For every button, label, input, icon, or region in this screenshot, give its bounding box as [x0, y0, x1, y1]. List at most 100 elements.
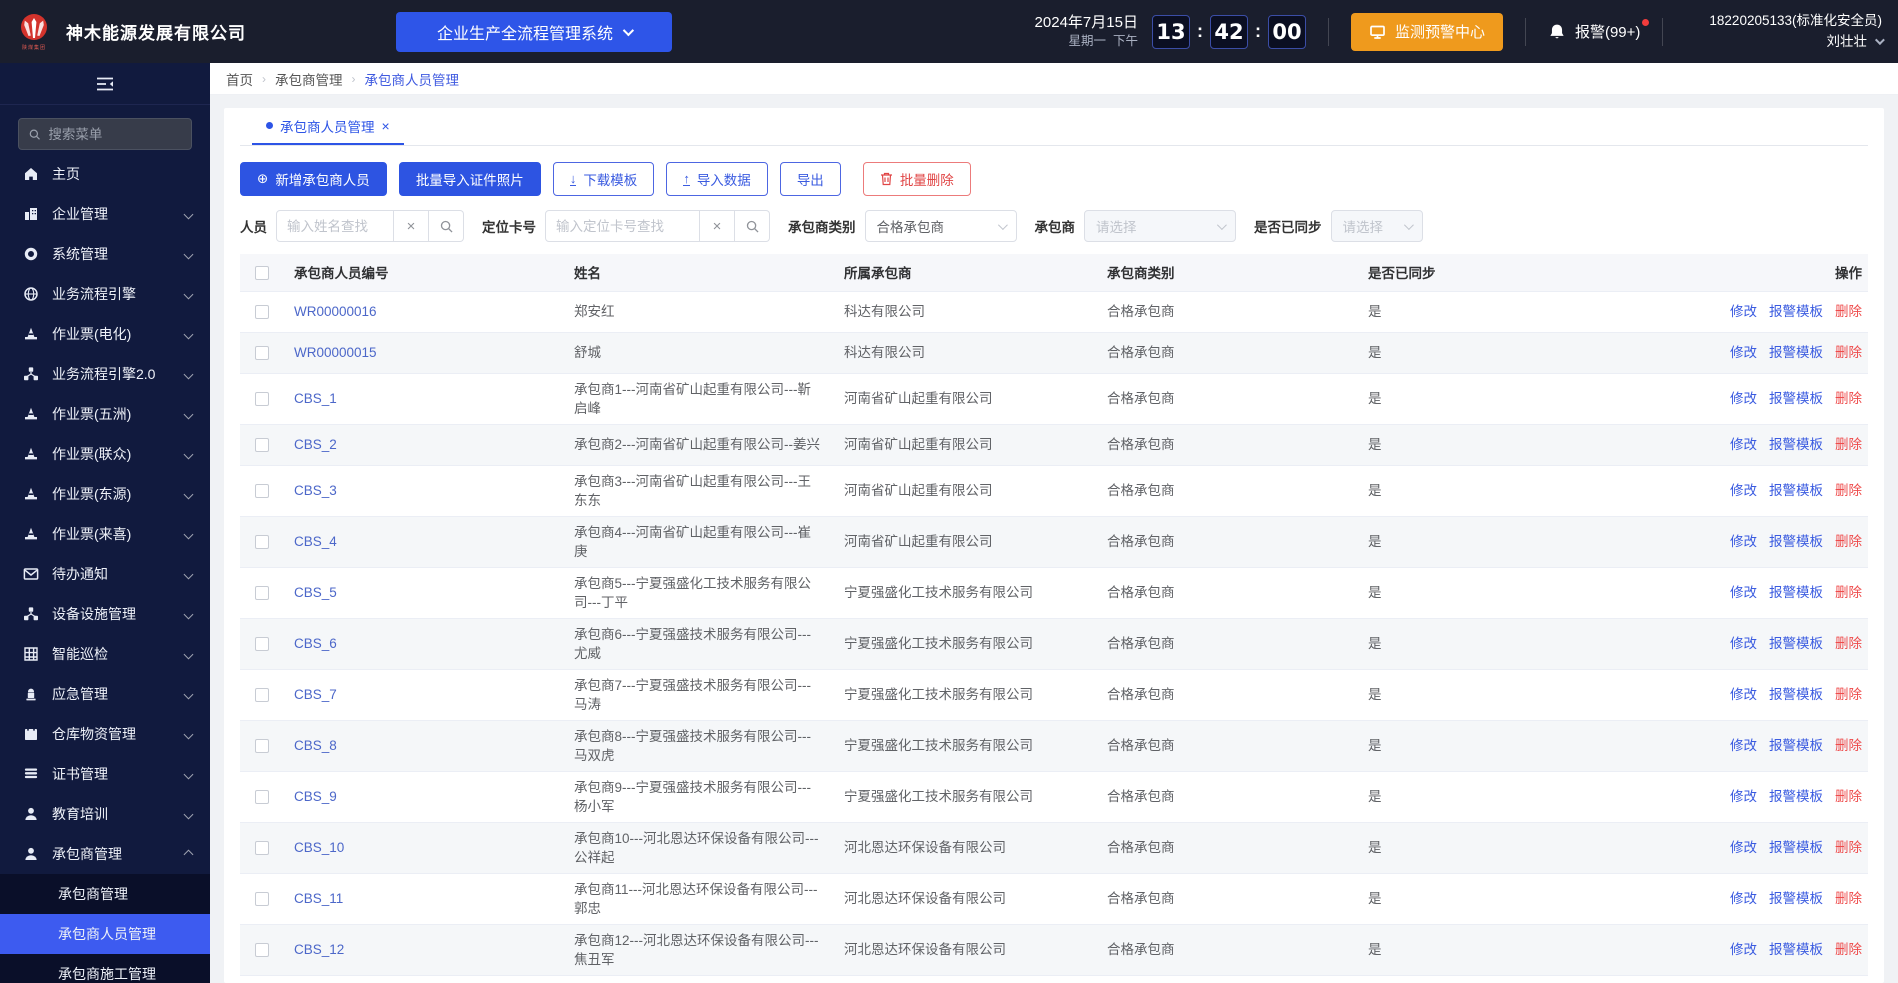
person-id-link[interactable]: CBS_11 [294, 891, 343, 906]
sync-select[interactable]: 请选择 [1331, 210, 1423, 242]
alarm-template-link[interactable]: 报警模板 [1769, 942, 1823, 957]
sidebar-item[interactable]: 智能巡检 [0, 634, 210, 674]
person-id-link[interactable]: CBS_5 [294, 585, 337, 600]
edit-link[interactable]: 修改 [1730, 891, 1757, 906]
delete-link[interactable]: 删除 [1835, 738, 1862, 753]
sidebar-item[interactable]: 主页 [0, 154, 210, 194]
row-checkbox[interactable] [255, 790, 269, 804]
locator-card-input[interactable] [545, 210, 700, 242]
row-checkbox[interactable] [255, 484, 269, 498]
row-checkbox[interactable] [255, 892, 269, 906]
sidebar-item[interactable]: 系统管理 [0, 234, 210, 274]
alarm-template-link[interactable]: 报警模板 [1769, 483, 1823, 498]
alarm-template-link[interactable]: 报警模板 [1769, 840, 1823, 855]
edit-link[interactable]: 修改 [1730, 483, 1757, 498]
row-checkbox[interactable] [255, 392, 269, 406]
sidebar-search[interactable] [18, 118, 192, 150]
alarm-template-link[interactable]: 报警模板 [1769, 789, 1823, 804]
sidebar-item[interactable]: 证书管理 [0, 754, 210, 794]
export-button[interactable]: 导出 [780, 162, 841, 196]
sidebar-item[interactable]: 承包商管理 [0, 834, 210, 874]
edit-link[interactable]: 修改 [1730, 942, 1757, 957]
sidebar-item[interactable]: 待办通知 [0, 554, 210, 594]
person-id-link[interactable]: CBS_9 [294, 789, 337, 804]
edit-link[interactable]: 修改 [1730, 585, 1757, 600]
edit-link[interactable]: 修改 [1730, 304, 1757, 319]
edit-link[interactable]: 修改 [1730, 345, 1757, 360]
person-id-link[interactable]: CBS_8 [294, 738, 337, 753]
row-checkbox[interactable] [255, 688, 269, 702]
edit-link[interactable]: 修改 [1730, 840, 1757, 855]
sidebar-item[interactable]: 作业票(来喜) [0, 514, 210, 554]
contractor-type-select[interactable]: 合格承包商 [865, 210, 1017, 242]
delete-link[interactable]: 删除 [1835, 585, 1862, 600]
add-person-button[interactable]: ⊕ 新增承包商人员 [240, 162, 387, 196]
sidebar-subitem[interactable]: 承包商施工管理 [0, 954, 210, 983]
row-checkbox[interactable] [255, 305, 269, 319]
sidebar-item[interactable]: 教育培训 [0, 794, 210, 834]
search-card-button[interactable] [735, 210, 770, 242]
person-id-link[interactable]: CBS_1 [294, 391, 337, 406]
delete-link[interactable]: 删除 [1835, 687, 1862, 702]
edit-link[interactable]: 修改 [1730, 391, 1757, 406]
row-checkbox[interactable] [255, 438, 269, 452]
tab-close-icon[interactable]: × [382, 119, 390, 133]
delete-link[interactable]: 删除 [1835, 636, 1862, 651]
row-checkbox[interactable] [255, 739, 269, 753]
sidebar-subitem-active[interactable]: 承包商人员管理 [0, 914, 210, 954]
edit-link[interactable]: 修改 [1730, 437, 1757, 452]
row-checkbox[interactable] [255, 637, 269, 651]
person-id-link[interactable]: CBS_4 [294, 534, 337, 549]
system-switcher-button[interactable]: 企业生产全流程管理系统 [396, 12, 672, 52]
person-name-input[interactable] [276, 210, 394, 242]
delete-link[interactable]: 删除 [1835, 391, 1862, 406]
alarm-template-link[interactable]: 报警模板 [1769, 687, 1823, 702]
clear-person-button[interactable]: × [394, 210, 429, 242]
alarm-template-link[interactable]: 报警模板 [1769, 345, 1823, 360]
row-checkbox[interactable] [255, 586, 269, 600]
alarm-template-link[interactable]: 报警模板 [1769, 738, 1823, 753]
alarm-button[interactable]: 报警(99+) [1548, 21, 1640, 42]
delete-link[interactable]: 删除 [1835, 891, 1862, 906]
alarm-template-link[interactable]: 报警模板 [1769, 304, 1823, 319]
sidebar-item[interactable]: 应急管理 [0, 674, 210, 714]
edit-link[interactable]: 修改 [1730, 636, 1757, 651]
sidebar-subitem[interactable]: 承包商管理 [0, 874, 210, 914]
sidebar-item[interactable]: 仓库物资管理 [0, 714, 210, 754]
edit-link[interactable]: 修改 [1730, 687, 1757, 702]
delete-link[interactable]: 删除 [1835, 942, 1862, 957]
batch-import-photos-button[interactable]: 批量导入证件照片 [399, 162, 541, 196]
person-id-link[interactable]: CBS_10 [294, 840, 344, 855]
sidebar-item[interactable]: 设备设施管理 [0, 594, 210, 634]
delete-link[interactable]: 删除 [1835, 840, 1862, 855]
delete-link[interactable]: 删除 [1835, 437, 1862, 452]
batch-delete-button[interactable]: 批量删除 [863, 162, 971, 196]
breadcrumb-contractor-mgmt[interactable]: 承包商管理 [275, 69, 343, 89]
delete-link[interactable]: 删除 [1835, 789, 1862, 804]
alarm-template-link[interactable]: 报警模板 [1769, 437, 1823, 452]
edit-link[interactable]: 修改 [1730, 789, 1757, 804]
breadcrumb-home[interactable]: 首页 [226, 69, 253, 89]
delete-link[interactable]: 删除 [1835, 534, 1862, 549]
import-data-button[interactable]: ↑ 导入数据 [666, 162, 768, 196]
tab-contractor-personnel[interactable]: 承包商人员管理 × [252, 108, 404, 145]
monitor-center-button[interactable]: 监测预警中心 [1351, 13, 1503, 51]
sidebar-item[interactable]: 作业票(五洲) [0, 394, 210, 434]
edit-link[interactable]: 修改 [1730, 534, 1757, 549]
edit-link[interactable]: 修改 [1730, 738, 1757, 753]
delete-link[interactable]: 删除 [1835, 304, 1862, 319]
alarm-template-link[interactable]: 报警模板 [1769, 636, 1823, 651]
row-checkbox[interactable] [255, 943, 269, 957]
sidebar-item[interactable]: 业务流程引擎 [0, 274, 210, 314]
contractor-select[interactable]: 请选择 [1084, 210, 1236, 242]
person-id-link[interactable]: WR00000015 [294, 345, 377, 360]
row-checkbox[interactable] [255, 346, 269, 360]
alarm-template-link[interactable]: 报警模板 [1769, 891, 1823, 906]
person-id-link[interactable]: WR00000016 [294, 304, 377, 319]
sidebar-item[interactable]: 作业票(电化) [0, 314, 210, 354]
delete-link[interactable]: 删除 [1835, 345, 1862, 360]
sidebar-item[interactable]: 企业管理 [0, 194, 210, 234]
sidebar-search-input[interactable] [48, 127, 181, 142]
clear-card-button[interactable]: × [700, 210, 735, 242]
person-id-link[interactable]: CBS_12 [294, 942, 344, 957]
